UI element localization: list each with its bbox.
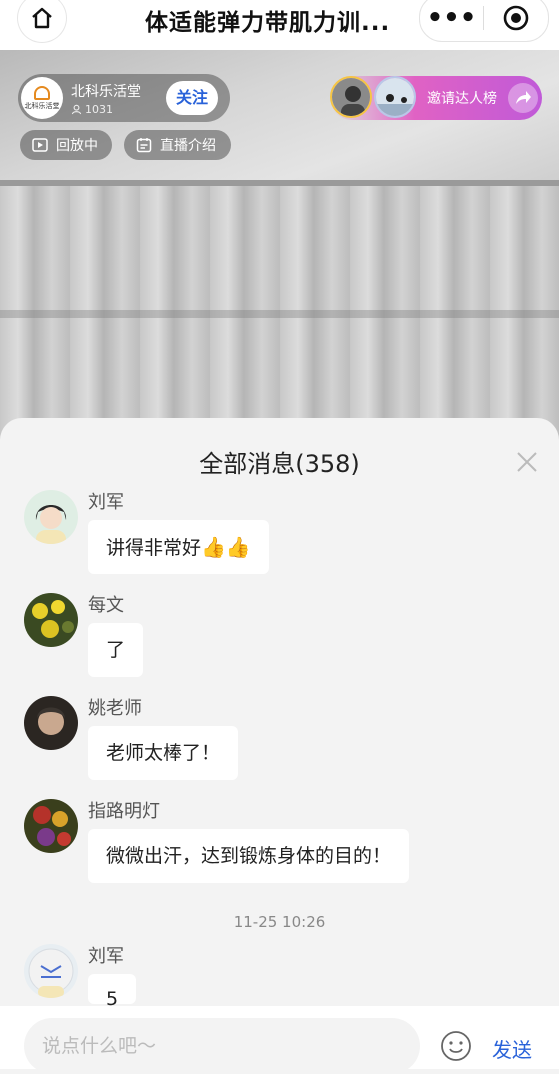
live-intro-button[interactable]: 直播介绍 — [124, 130, 231, 160]
thumbs-up-emoji: 👍👍 — [201, 535, 251, 559]
streamer-logo: 北科乐活堂 — [21, 77, 63, 119]
message-text: 了 — [106, 639, 126, 661]
close-miniapp-button[interactable] — [484, 4, 548, 32]
avatar[interactable] — [24, 944, 78, 998]
close-icon[interactable] — [515, 450, 539, 474]
comment-input-bar: 说点什么吧～ 发送 — [0, 1006, 559, 1074]
username: 刘军 — [88, 946, 124, 967]
message-bubble[interactable]: 老师太棒了！ — [88, 726, 239, 780]
miniapp-capsule: ••• — [419, 0, 549, 42]
play-icon — [32, 138, 48, 152]
home-icon — [32, 7, 52, 29]
avatar[interactable] — [24, 593, 78, 647]
comment-input[interactable]: 说点什么吧～ — [24, 1018, 420, 1074]
message-text: 讲得非常好 — [106, 537, 202, 559]
user-icon — [71, 104, 82, 114]
replay-tag[interactable]: 回放中 — [20, 130, 112, 160]
username: 每文 — [88, 595, 124, 616]
streamer-name: 北科乐活堂 — [71, 83, 141, 100]
logo-mark — [34, 85, 50, 100]
emoji-icon[interactable] — [440, 1030, 472, 1062]
message-text: 微微出汗，达到锻炼身体的目的！ — [106, 845, 392, 867]
follower-count-value: 1031 — [85, 102, 113, 116]
username: 姚老师 — [88, 698, 142, 719]
top-fan-avatar-1 — [330, 76, 372, 118]
invite-label: 邀请达人榜 — [427, 91, 497, 107]
panel-title: 全部消息(358) — [199, 450, 360, 478]
calendar-icon — [136, 138, 152, 153]
avatar[interactable] — [24, 799, 78, 853]
message-text: 老师太棒了！ — [106, 742, 221, 764]
username: 刘军 — [88, 492, 124, 513]
replay-label: 回放中 — [56, 138, 98, 154]
page-title: 体适能弹力带肌力训... — [145, 10, 391, 36]
streamer-info: 北科乐活堂 1031 — [71, 81, 141, 116]
send-button[interactable]: 发送 — [492, 1034, 532, 1063]
follower-count: 1031 — [71, 103, 141, 116]
video-curtain-fold — [0, 310, 559, 318]
message-bubble[interactable]: 讲得非常好👍👍 — [88, 520, 269, 574]
video-curtain — [0, 186, 559, 450]
username: 指路明灯 — [88, 801, 160, 822]
follow-button[interactable]: 关注 — [166, 81, 218, 115]
message-bubble[interactable]: 微微出汗，达到锻炼身体的目的！ — [88, 829, 410, 883]
share-arrow-button[interactable] — [508, 83, 538, 113]
message-bubble[interactable]: 5 — [88, 974, 137, 1010]
share-arrow-icon — [516, 91, 531, 104]
top-navigation-bar: 体适能弹力带肌力训... ••• — [0, 0, 559, 50]
top-fan-avatar-2 — [374, 76, 416, 118]
target-circle-icon — [503, 5, 529, 31]
message-bubble[interactable]: 了 — [88, 623, 144, 677]
message-timestamp: 11-25 10:26 — [233, 913, 326, 931]
streamer-card[interactable]: 北科乐活堂 北科乐活堂 1031 关注 — [18, 74, 230, 122]
home-button[interactable] — [18, 0, 66, 42]
logo-text: 北科乐活堂 — [24, 101, 60, 110]
more-menu-button[interactable]: ••• — [420, 3, 483, 33]
invite-leaderboard[interactable]: 邀请达人榜 — [330, 76, 542, 120]
avatar[interactable] — [24, 696, 78, 750]
message-panel: 全部消息(358) 刘军 讲得非常好👍👍 每文 了 姚老师 老师太棒了！ 指路明… — [0, 418, 559, 1069]
intro-label: 直播介绍 — [160, 138, 216, 154]
avatar[interactable] — [24, 490, 78, 544]
